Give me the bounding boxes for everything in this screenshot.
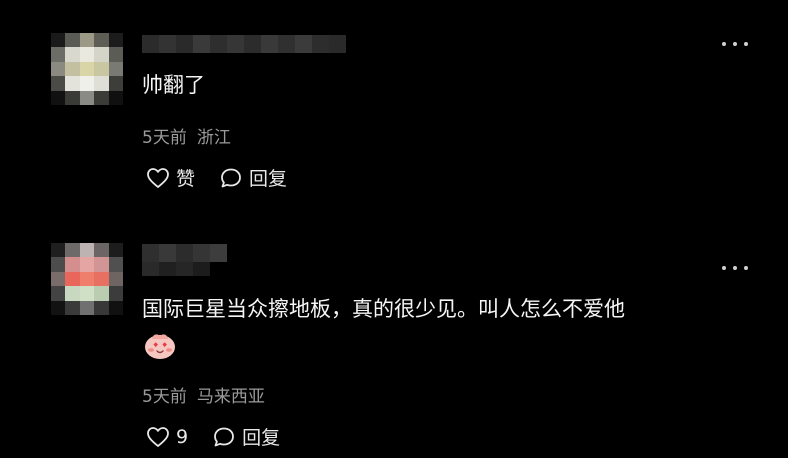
reply-button[interactable]: 回复 [212,423,280,450]
heart-icon [147,167,169,188]
like-button[interactable]: 9 [146,426,188,448]
username-blurred-shadow [142,262,210,276]
comment-location: 浙江 [196,128,231,148]
comment-time: 5天前 [142,128,187,148]
comment-item: 帅翻了 5天前 浙江 赞 回复 [0,0,788,210]
reply-label: 回复 [242,427,281,449]
avatar[interactable] [51,243,123,315]
comment-meta: 5天前 马来西亚 [142,382,265,407]
heart-icon [147,426,169,447]
comment-item: 国际巨星当众擦地板，真的很少见。叫人怎么不爱他 5天前 马来西亚 9 回复 [0,210,788,458]
comment-meta: 5天前 浙江 [142,123,231,148]
comment-actions: 9 回复 [146,423,304,450]
avatar[interactable] [51,33,123,105]
like-label: 赞 [176,168,196,190]
comment-bubble-icon [214,427,234,446]
blushing-face-emoji [145,334,175,359]
username-blurred[interactable] [142,244,227,262]
username-blurred[interactable] [142,35,346,53]
like-button[interactable]: 赞 [146,164,195,191]
comment-text: 帅翻了 [142,73,205,97]
comment-text: 国际巨星当众擦地板，真的很少见。叫人怎么不爱他 [142,297,625,321]
like-count: 9 [176,425,189,448]
more-icon[interactable] [722,40,748,48]
comment-location: 马来西亚 [196,387,265,407]
reply-label: 回复 [249,168,288,190]
reply-button[interactable]: 回复 [219,164,287,191]
comment-actions: 赞 回复 [146,164,311,191]
comment-feed: 帅翻了 5天前 浙江 赞 回复 国际巨星当众擦地板，真的很少见。叫人怎么不爱他 … [0,0,788,458]
comment-time: 5天前 [142,387,187,407]
more-icon[interactable] [722,264,748,272]
comment-bubble-icon [221,168,241,187]
